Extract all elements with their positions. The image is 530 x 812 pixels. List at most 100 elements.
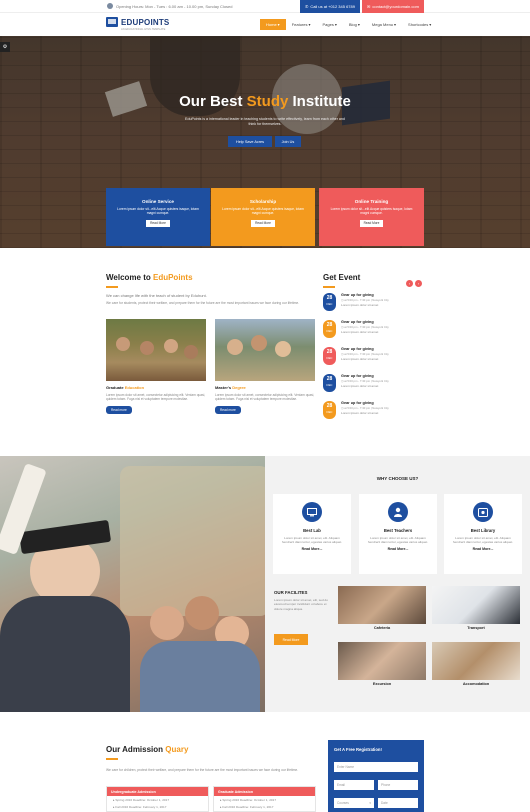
event-meta-text: at 5:00 pm - 7:30 pm | Newyork City bbox=[344, 406, 389, 410]
events-heading: Get Event bbox=[323, 273, 361, 282]
read-more-link[interactable]: Read More... bbox=[359, 547, 437, 551]
event-date-badge: 28 DEC bbox=[323, 374, 336, 392]
event-item[interactable]: 28 DEC Gear up for giving ◷ at 5:00 pm - 7:… bbox=[323, 293, 423, 318]
hero-title: Our Best Study Institute bbox=[0, 93, 530, 110]
facility-label: Accomodation bbox=[462, 682, 490, 686]
hero-title-pre: Our Best bbox=[179, 93, 243, 110]
read-more-link[interactable]: Read More... bbox=[273, 547, 351, 551]
read-more-button[interactable]: Read More bbox=[251, 219, 275, 227]
nav-home-label: Home bbox=[266, 22, 277, 27]
course-title-pre: Graduate bbox=[106, 385, 124, 390]
nav-home[interactable]: Home ▾ bbox=[260, 19, 286, 30]
photo-friend bbox=[185, 596, 219, 630]
deadline-text: Fall 2016 Deadline: February 1, 2017 bbox=[222, 804, 274, 809]
clock-icon bbox=[107, 3, 113, 9]
event-meta-text: at 5:00 pm - 7:30 pm | Newyork City bbox=[344, 325, 389, 329]
hero-subtitle: EduPoints is a international leader in t… bbox=[185, 117, 345, 126]
event-item[interactable]: 28 DEC Gear up for giving ◷ at 5:00 pm - 7:… bbox=[323, 347, 423, 372]
hero-title-post: Institute bbox=[292, 93, 351, 110]
facility-excursion[interactable]: Excursion bbox=[338, 642, 426, 686]
facility-accomodation[interactable]: Accomodation bbox=[432, 642, 520, 686]
event-title: Gear up for giving bbox=[341, 347, 374, 351]
deadline-text: Spring 2016 Deadline: October 1, 2017 bbox=[222, 797, 277, 802]
course-image-students bbox=[215, 319, 315, 381]
event-item[interactable]: 28 DEC Gear up for giving ◷ at 5:00 pm - 7:… bbox=[323, 320, 423, 345]
facility-label: Cafeteria bbox=[373, 626, 391, 630]
event-day: 28 bbox=[326, 295, 333, 301]
mail-icon: ✉ bbox=[367, 4, 371, 9]
admission-deadline: ▸ Spring 2016 Deadline: October 1, 2017 bbox=[113, 797, 170, 802]
admission-deadline: ▸ Spring 2016 Deadline: October 1, 2017 bbox=[220, 797, 277, 802]
welcome-body: We care for students, protect their welf… bbox=[106, 301, 300, 305]
nav-pages[interactable]: Pages ▾ bbox=[317, 19, 343, 30]
event-desc: Lorem ipsum dolor sit amet bbox=[341, 303, 379, 307]
name-field[interactable]: Enter Name bbox=[334, 762, 418, 772]
photo-detail bbox=[275, 341, 291, 357]
event-date-badge: 28 DEC bbox=[323, 320, 336, 338]
facility-label: Transport bbox=[467, 626, 485, 630]
read-more-link[interactable]: Read More... bbox=[444, 547, 522, 551]
help-save-acres-button[interactable]: Help Save Acres bbox=[228, 136, 272, 147]
email-link[interactable]: ✉ contact@yourdomain.com bbox=[362, 0, 424, 13]
opening-hours-text: Opening Hours: Mon - Tues : 6.00 am - 10… bbox=[116, 3, 233, 9]
deadline-text: Spring 2016 Deadline: October 1, 2017 bbox=[115, 797, 170, 802]
read-more-button[interactable]: Read More bbox=[146, 219, 170, 227]
admission-box-title: Graduate Admission bbox=[214, 787, 315, 796]
photo-detail bbox=[251, 335, 267, 351]
admission-heading: Our Admission Quary bbox=[106, 745, 188, 754]
join-us-button[interactable]: Join Us bbox=[275, 136, 301, 147]
feature-title: Best Lab bbox=[303, 528, 321, 533]
nav-features[interactable]: Features ▾ bbox=[286, 19, 317, 30]
service-title: Online Training bbox=[354, 199, 389, 204]
nav-shortcodes[interactable]: Shortcodes ▾ bbox=[402, 19, 437, 30]
logo[interactable]: EDUPOINTS AN EDUCATIONAL HTML TEMPLATE bbox=[106, 17, 169, 31]
event-meta-text: at 5:00 pm - 7:30 pm | Newyork City bbox=[344, 298, 389, 302]
service-title: Scholarship bbox=[249, 199, 277, 204]
courses-select[interactable]: Courses ▾ bbox=[334, 798, 374, 808]
course-card-masters: Master's Degree Lorem ipsum dolor sit am… bbox=[215, 319, 315, 414]
event-item[interactable]: 28 DEC Gear up for giving ◷ at 5:00 pm - 7:… bbox=[323, 374, 423, 399]
welcome-heading-accent: EduPoints bbox=[152, 273, 193, 282]
admission-heading-accent: Quary bbox=[165, 745, 189, 754]
welcome-heading-pre: Welcome to bbox=[106, 273, 151, 282]
event-meta: ◷ at 5:00 pm - 7:30 pm | Newyork City bbox=[341, 298, 389, 302]
chevron-down-icon: ▾ bbox=[277, 22, 280, 27]
event-item[interactable]: 28 DEC Gear up for giving ◷ at 5:00 pm - 7:… bbox=[323, 401, 423, 426]
monitor-icon bbox=[302, 502, 322, 522]
phone-field[interactable]: Phone bbox=[378, 780, 418, 790]
facility-cafeteria[interactable]: Cafeteria bbox=[338, 586, 426, 630]
settings-toggle-icon[interactable]: ⚙ bbox=[0, 42, 10, 52]
photo-body bbox=[0, 596, 130, 712]
event-month: DEC bbox=[326, 302, 333, 306]
event-desc: Lorem ipsum dolor sit amet bbox=[341, 330, 379, 334]
chevron-left-icon[interactable]: ‹ bbox=[406, 280, 413, 287]
event-day: 28 bbox=[326, 322, 333, 328]
nav-mega-menu[interactable]: Mega Menu ▾ bbox=[366, 19, 402, 30]
admission-box-title: Undergraduate Admission bbox=[107, 787, 208, 796]
service-title: Online Service bbox=[142, 199, 174, 204]
registration-title: Get A Free Registration! bbox=[334, 747, 382, 752]
logo-icon bbox=[106, 17, 118, 27]
facility-transport[interactable]: Transport bbox=[432, 586, 520, 630]
event-date-badge: 28 DEC bbox=[323, 293, 336, 311]
facilities-heading: OUR FACILITES bbox=[274, 590, 308, 595]
read-more-button[interactable]: Read more bbox=[215, 405, 241, 414]
read-more-button[interactable]: Read more bbox=[106, 405, 132, 414]
event-meta: ◷ at 5:00 pm - 7:30 pm | Newyork City bbox=[341, 406, 389, 410]
chevron-right-icon[interactable]: › bbox=[415, 280, 422, 287]
date-field[interactable]: Date bbox=[378, 798, 418, 808]
call-us-link[interactable]: ✆ Call us at +012 345 6789 bbox=[300, 0, 360, 13]
nav-blog[interactable]: Blog ▾ bbox=[343, 19, 366, 30]
email-field[interactable]: Email bbox=[334, 780, 374, 790]
opening-hours: Opening Hours: Mon - Tues : 6.00 am - 10… bbox=[107, 3, 233, 9]
course-title-accent: Education bbox=[124, 385, 145, 390]
event-day: 28 bbox=[326, 349, 333, 355]
course-title-accent: Degree bbox=[232, 385, 246, 390]
read-more-button[interactable]: Read More bbox=[359, 219, 384, 227]
course-text: Lorem ipsum dolor sit amet, consectetur … bbox=[215, 393, 315, 402]
nav-blog-label: Blog bbox=[348, 22, 357, 27]
chevron-down-icon: ▾ bbox=[334, 22, 337, 27]
facilities-read-more-button[interactable]: Read More bbox=[274, 634, 308, 645]
email-text: contact@yourdomain.com bbox=[372, 4, 419, 9]
photo-detail bbox=[140, 341, 154, 355]
